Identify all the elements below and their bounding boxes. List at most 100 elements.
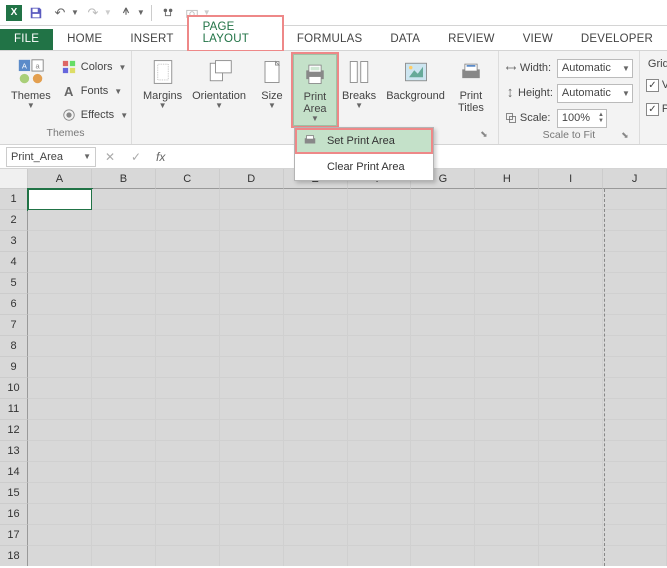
row-header[interactable]: 7: [0, 315, 28, 336]
cell[interactable]: [28, 294, 92, 315]
row-header[interactable]: 2: [0, 210, 28, 231]
cell[interactable]: [92, 273, 156, 294]
cell[interactable]: [284, 210, 348, 231]
row-header[interactable]: 11: [0, 399, 28, 420]
cell[interactable]: [603, 294, 667, 315]
cell[interactable]: [348, 357, 412, 378]
cell[interactable]: [348, 231, 412, 252]
cell[interactable]: [539, 273, 603, 294]
breaks-button[interactable]: Breaks ▼: [337, 54, 381, 126]
name-box[interactable]: Print_Area ▼: [6, 147, 96, 167]
row-header[interactable]: 18: [0, 546, 28, 566]
cell[interactable]: [348, 420, 412, 441]
cell[interactable]: [28, 441, 92, 462]
column-header[interactable]: A: [28, 169, 92, 189]
cell[interactable]: [92, 441, 156, 462]
row-header[interactable]: 4: [0, 252, 28, 273]
cell[interactable]: [28, 336, 92, 357]
row-header[interactable]: 1: [0, 189, 28, 210]
cell[interactable]: [539, 294, 603, 315]
size-button[interactable]: Size ▼: [251, 54, 293, 126]
cell[interactable]: [220, 462, 284, 483]
cell[interactable]: [156, 357, 220, 378]
cell[interactable]: [603, 483, 667, 504]
cell[interactable]: [348, 252, 412, 273]
clear-print-area-item[interactable]: Clear Print Area: [295, 154, 433, 180]
row-header[interactable]: 14: [0, 462, 28, 483]
cell[interactable]: [156, 378, 220, 399]
cell[interactable]: [156, 504, 220, 525]
cell[interactable]: [92, 336, 156, 357]
cells-area[interactable]: [28, 189, 667, 566]
cell[interactable]: [156, 399, 220, 420]
cell[interactable]: [92, 378, 156, 399]
cell[interactable]: [284, 294, 348, 315]
row-header[interactable]: 3: [0, 231, 28, 252]
cell[interactable]: [28, 189, 92, 210]
cell[interactable]: [475, 315, 539, 336]
cell[interactable]: [28, 483, 92, 504]
cell[interactable]: [220, 189, 284, 210]
undo-icon[interactable]: ↶: [50, 3, 70, 23]
orientation-button[interactable]: Orientation ▼: [187, 54, 251, 126]
cell[interactable]: [220, 210, 284, 231]
cell[interactable]: [475, 189, 539, 210]
undo-dropdown[interactable]: ▼: [71, 8, 79, 17]
cell[interactable]: [92, 420, 156, 441]
cell[interactable]: [475, 294, 539, 315]
cell[interactable]: [220, 336, 284, 357]
cell[interactable]: [28, 546, 92, 566]
cell[interactable]: [348, 315, 412, 336]
cell[interactable]: [284, 252, 348, 273]
cell[interactable]: [475, 273, 539, 294]
row-header[interactable]: 16: [0, 504, 28, 525]
column-header[interactable]: B: [92, 169, 156, 189]
cell[interactable]: [539, 420, 603, 441]
cell[interactable]: [348, 210, 412, 231]
cell[interactable]: [603, 546, 667, 566]
cell[interactable]: [348, 294, 412, 315]
row-header[interactable]: 12: [0, 420, 28, 441]
cell[interactable]: [411, 399, 475, 420]
row-header[interactable]: 15: [0, 483, 28, 504]
cell[interactable]: [284, 399, 348, 420]
cell[interactable]: [220, 525, 284, 546]
cell[interactable]: [28, 420, 92, 441]
cell[interactable]: [92, 315, 156, 336]
cell[interactable]: [411, 273, 475, 294]
cell[interactable]: [220, 273, 284, 294]
themes-button[interactable]: Aa Themes ▼: [6, 54, 56, 126]
cell[interactable]: [284, 378, 348, 399]
cell[interactable]: [411, 546, 475, 566]
effects-button[interactable]: Effects ▼: [56, 104, 133, 126]
cell[interactable]: [539, 189, 603, 210]
row-headers[interactable]: 123456789101112131415161718: [0, 189, 28, 566]
cell[interactable]: [284, 441, 348, 462]
cell[interactable]: [284, 273, 348, 294]
cell[interactable]: [28, 399, 92, 420]
cell[interactable]: [156, 210, 220, 231]
qat-customize-dropdown[interactable]: ▼: [137, 8, 145, 17]
cell[interactable]: [284, 462, 348, 483]
cell[interactable]: [92, 252, 156, 273]
cell[interactable]: [475, 252, 539, 273]
tab-page-layout[interactable]: PAGE LAYOUT: [188, 16, 283, 51]
cell[interactable]: [220, 546, 284, 566]
cell[interactable]: [284, 231, 348, 252]
cell[interactable]: [92, 462, 156, 483]
cell[interactable]: [411, 462, 475, 483]
cell[interactable]: [220, 378, 284, 399]
cell[interactable]: [284, 525, 348, 546]
cell[interactable]: [156, 315, 220, 336]
cell[interactable]: [348, 441, 412, 462]
column-header[interactable]: H: [475, 169, 539, 189]
cell[interactable]: [539, 462, 603, 483]
cell[interactable]: [411, 525, 475, 546]
chevron-down-icon[interactable]: ▼: [83, 152, 91, 161]
spreadsheet-grid[interactable]: ABCDEFGHIJ 123456789101112131415161718: [0, 169, 667, 566]
cell[interactable]: [220, 420, 284, 441]
cell[interactable]: [92, 399, 156, 420]
colors-button[interactable]: Colors ▼: [56, 56, 133, 78]
cell[interactable]: [92, 546, 156, 566]
cell[interactable]: [475, 483, 539, 504]
